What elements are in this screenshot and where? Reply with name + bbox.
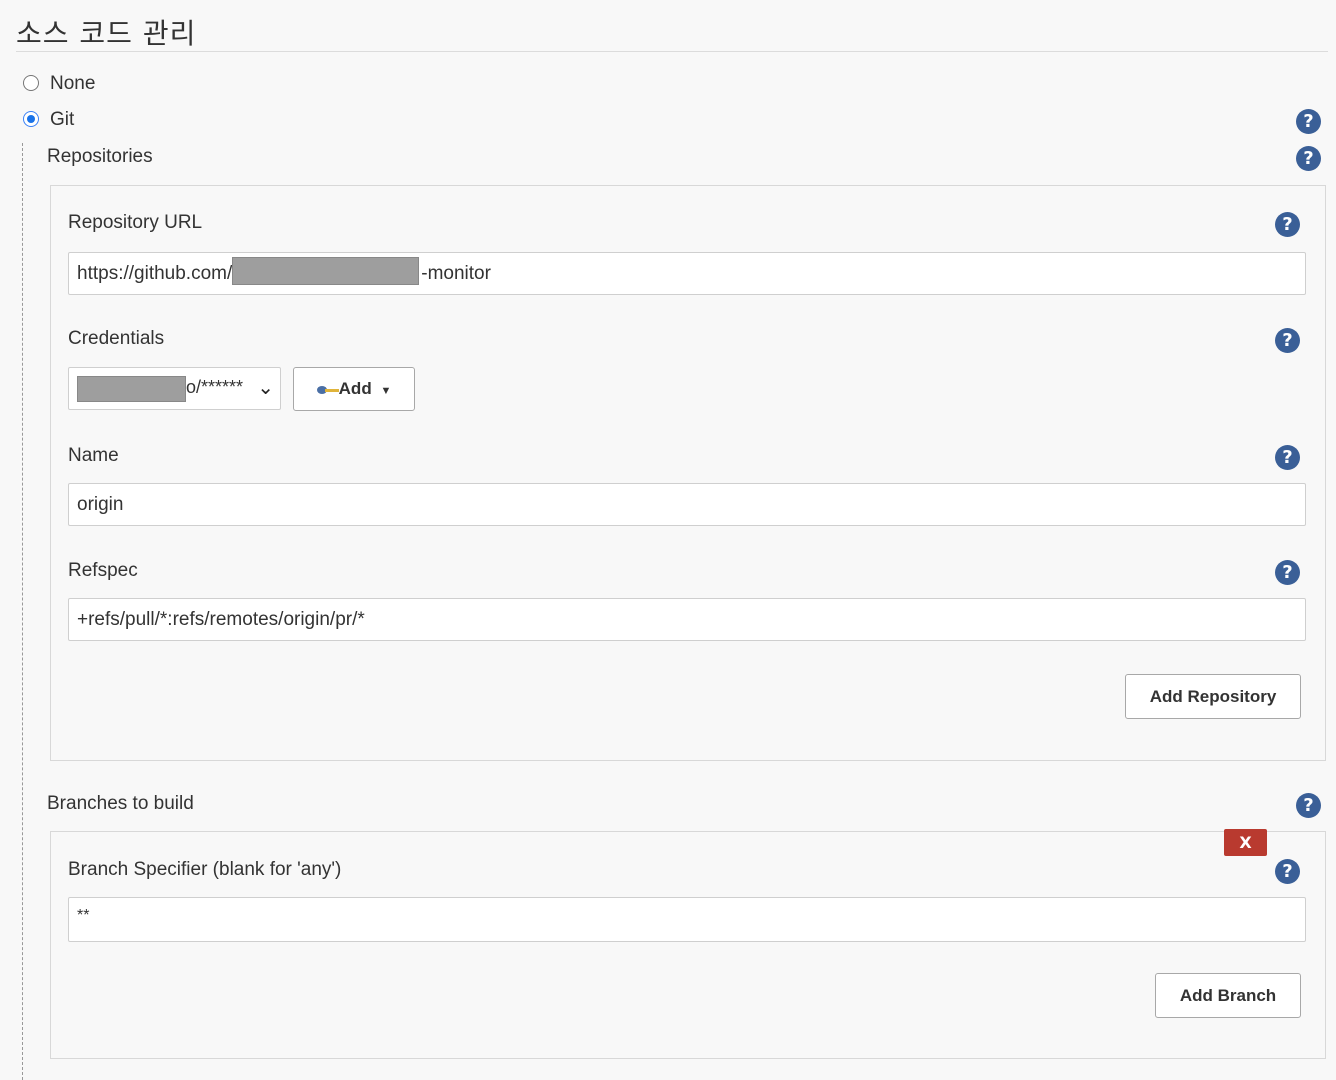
branch-specifier-help-icon[interactable]: ? [1275,859,1300,884]
section-title: 소스 코드 관리 [16,17,197,50]
git-config-border [22,143,23,1080]
add-credentials-button[interactable]: Add ▼ [293,367,415,411]
scm-git-label: Git [50,109,75,130]
repository-url-help-icon[interactable]: ? [1275,212,1300,237]
repositories-help-icon[interactable]: ? [1296,146,1321,171]
name-input[interactable]: origin [68,483,1306,526]
add-repository-button[interactable]: Add Repository [1125,674,1301,719]
repository-url-suffix: -monitor [421,263,491,285]
add-credentials-label: Add [338,379,372,398]
section-divider [16,51,1328,52]
key-icon [316,384,339,396]
credentials-select[interactable]: o/****** ⌄ [68,367,281,410]
refspec-input[interactable]: +refs/pull/*:refs/remotes/origin/pr/* [68,598,1306,641]
branch-specifier-input[interactable]: ** [68,897,1306,942]
name-label: Name [68,445,119,466]
refspec-label: Refspec [68,560,138,581]
credentials-label: Credentials [68,328,165,349]
repository-url-input[interactable]: https://github.com/ -monitor [68,252,1306,295]
scm-none-radio[interactable] [23,75,39,91]
scm-git-radio[interactable] [23,111,39,127]
repositories-label: Repositories [47,146,153,167]
delete-branch-button[interactable]: X [1224,829,1267,856]
chevron-down-icon: ⌄ [257,375,274,399]
scm-none-label: None [50,73,96,94]
repository-url-prefix: https://github.com/ [77,263,233,285]
branches-help-icon[interactable]: ? [1296,793,1321,818]
redacted-block [77,376,186,402]
name-help-icon[interactable]: ? [1275,445,1300,470]
redacted-block [232,257,420,285]
repository-url-label: Repository URL [68,212,203,233]
credentials-help-icon[interactable]: ? [1275,328,1300,353]
git-help-icon[interactable]: ? [1296,109,1321,134]
caret-down-icon: ▼ [380,385,392,397]
add-branch-button[interactable]: Add Branch [1155,973,1301,1018]
credentials-selected-value: o/****** [186,377,244,397]
branch-specifier-label: Branch Specifier (blank for 'any') [68,859,342,880]
branches-label: Branches to build [47,793,194,814]
refspec-help-icon[interactable]: ? [1275,560,1300,585]
